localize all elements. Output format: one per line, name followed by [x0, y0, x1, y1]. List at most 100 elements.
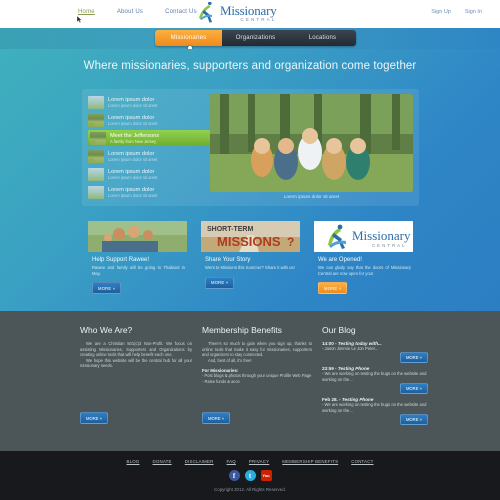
hero-photo-caption: Lorem ipsum dolor sit amet	[283, 194, 340, 199]
list-item[interactable]: Lorem ipsum dolor Lorem ipsum dolor sit …	[88, 112, 206, 128]
site-footer: BLOG DONATE DISCLAIMER FAQ PRIVACY MEMBE…	[0, 451, 500, 500]
card-more-button[interactable]: MORE »	[318, 282, 348, 295]
tab-missionaries[interactable]: Missionaries	[155, 30, 222, 46]
list-item-thumbnail	[88, 113, 104, 127]
tab-locations[interactable]: Locations	[289, 30, 356, 46]
auth-links: Sign Up Sign In	[431, 9, 482, 15]
nav-item-contact-us[interactable]: Contact Us	[165, 9, 197, 15]
footer-link-contact[interactable]: CONTACT	[351, 459, 373, 464]
list-item[interactable]: Lorem ipsum dolor Lorem ipsum dolor sit …	[88, 166, 206, 182]
info-section: Who We Are? We are a Christian 501(c)3 N…	[0, 311, 500, 451]
who-paragraph-2: We hope this website will be the central…	[80, 357, 192, 369]
blog-post: 14:00 - Testing today with... - Jason Ji…	[322, 341, 430, 364]
feature-card-support-rawee: Help Support Rawee! Rawee and family wil…	[88, 221, 187, 295]
benefits-bullets: - Post blogs & photos through your uniqu…	[202, 373, 322, 384]
who-more-button[interactable]: MORE »	[80, 412, 109, 425]
svg-text:?: ?	[287, 235, 294, 249]
svg-text:CENTRAL: CENTRAL	[372, 243, 407, 248]
nav-item-about-us[interactable]: About Us	[117, 9, 143, 15]
list-item-title: Lorem ipsum dolor	[108, 96, 155, 103]
card-title: We are Opened!	[318, 257, 362, 263]
hero-tagline: Where missionaries, supporters and organ…	[83, 60, 417, 72]
sign-in-link[interactable]: Sign In	[465, 9, 482, 15]
benefits-bullet: - Raise funds & acce	[202, 378, 240, 384]
primary-nav: Home About Us Contact Us	[78, 9, 197, 15]
column-body: There's so much to gain when you sign up…	[202, 341, 322, 363]
top-header: Home About Us Contact Us Missionary CENT…	[0, 0, 500, 28]
column-title: Membership Benefits	[202, 325, 282, 335]
card-more-button[interactable]: MORE »	[205, 276, 235, 289]
column-our-blog: Our Blog 14:00 - Testing today with... -…	[322, 325, 430, 428]
list-item[interactable]: Lorem ipsum dolor Lorem ipsum dolor sit …	[88, 148, 206, 164]
column-body: We are a Christian 501(c)3 Non-Profit. W…	[80, 341, 202, 369]
list-item-subtitle: Lorem ipsum dolor sit amet	[108, 192, 158, 198]
sign-up-link[interactable]: Sign Up	[431, 9, 451, 15]
blog-post-snippet: - We are working on testing the bugs on …	[322, 371, 427, 382]
card-image[interactable]: SHORT-TERM MISSIONS ?	[201, 221, 300, 252]
list-item-subtitle: A family from New Jersey	[110, 138, 157, 144]
list-item[interactable]: Lorem ipsum dolor Lorem ipsum dolor sit …	[88, 184, 206, 200]
footer-link-blog[interactable]: BLOG	[126, 459, 139, 464]
blog-post-snippet: - We are working on testing the bugs on …	[322, 402, 427, 413]
nav-item-home[interactable]: Home	[78, 9, 95, 15]
list-item-thumbnail	[88, 149, 104, 163]
feature-card-share-your-story: SHORT-TERM MISSIONS ? Share Your Story W…	[201, 221, 300, 295]
tab-strip: Missionaries Organizations Locations	[0, 28, 500, 49]
list-item[interactable]: Lorem ipsum dolor Lorem ipsum dolor sit …	[88, 94, 206, 110]
facebook-glyph: f	[232, 471, 236, 480]
benefits-paragraph-1: There's so much to gain when you sign up…	[202, 341, 312, 358]
list-item-title: Lorem ipsum dolor	[108, 186, 155, 193]
twitter-glyph: t	[248, 471, 252, 480]
benefits-more-button[interactable]: MORE »	[202, 412, 231, 425]
footer-link-donate[interactable]: DONATE	[153, 459, 172, 464]
tab-group: Missionaries Organizations Locations	[155, 30, 356, 46]
list-item-thumbnail	[88, 167, 104, 181]
blog-post: 23:59 - Testing Phone - We are working o…	[322, 366, 430, 395]
facebook-icon[interactable]: f	[228, 470, 240, 481]
footer-link-privacy[interactable]: PRIVACY	[249, 459, 269, 464]
list-item-title: Lorem ipsum dolor	[108, 150, 155, 157]
card-title: Share Your Story	[205, 257, 251, 263]
footer-link-membership-benefits[interactable]: MEMBERSHIP BENEFITS	[282, 459, 338, 464]
logo-text: Missionary CENTRAL	[220, 4, 277, 22]
card-body: We can glady say that the doors of Missi…	[318, 265, 411, 276]
card-body: Went to Missions this Summer? Share it w…	[205, 265, 295, 270]
site-logo[interactable]: Missionary CENTRAL	[196, 1, 277, 24]
list-item-subtitle: Lorem ipsum dolor sit amet	[108, 102, 158, 108]
footer-links: BLOG DONATE DISCLAIMER FAQ PRIVACY MEMBE…	[0, 451, 500, 464]
list-item-title: Lorem ipsum dolor	[108, 114, 155, 121]
list-item-selected[interactable]: Meet the Jeffersons A family from New Je…	[88, 130, 218, 146]
info-columns: Who We Are? We are a Christian 501(c)3 N…	[80, 325, 430, 428]
footer-link-faq[interactable]: FAQ	[227, 459, 236, 464]
blog-more-button[interactable]: MORE »	[399, 352, 428, 364]
card-image[interactable]: Missionary CENTRAL	[314, 221, 413, 252]
hero-photo[interactable]	[210, 94, 413, 192]
card-more-button[interactable]: MORE »	[92, 282, 122, 295]
benefits-paragraph-2: And, best of all, it's free!	[208, 357, 252, 363]
twitter-icon[interactable]: t	[244, 470, 256, 481]
who-paragraph-1: We are a Christian 501(c)3 Non-Profit. W…	[80, 341, 192, 358]
card-image[interactable]	[88, 221, 187, 252]
list-item-thumbnail	[90, 131, 106, 145]
hero-panel: Lorem ipsum dolor Lorem ipsum dolor sit …	[82, 89, 419, 206]
mouse-cursor-icon	[76, 15, 82, 24]
blog-more-button[interactable]: MORE »	[399, 414, 428, 426]
card-body: Rawee and family will be going to Thaila…	[92, 265, 185, 276]
blog-more-button[interactable]: MORE »	[399, 383, 428, 395]
card-title: Help Support Rawee!	[92, 257, 150, 263]
column-title: Our Blog	[322, 325, 356, 335]
blog-post-snippet: - Jason Jimmie Le Jon Peter...	[322, 346, 379, 351]
copyright-text: Copyright 2012. All Rights Reserved.	[214, 487, 286, 492]
list-item-thumbnail	[88, 185, 104, 199]
hero-section: Where missionaries, supporters and organ…	[0, 49, 500, 311]
tab-organizations[interactable]: Organizations	[222, 30, 289, 46]
youtube-icon[interactable]: You	[260, 470, 272, 481]
youtube-glyph: You	[262, 473, 270, 478]
footer-link-disclaimer[interactable]: DISCLAIMER	[185, 459, 214, 464]
column-title: Who We Are?	[80, 325, 133, 335]
social-icons: f t You	[0, 470, 500, 481]
feature-card-we-are-opened: Missionary CENTRAL We are Opened! We can…	[314, 221, 413, 295]
list-item-subtitle: Lorem ipsum dolor sit amet	[108, 174, 158, 180]
featured-list: Lorem ipsum dolor Lorem ipsum dolor sit …	[88, 94, 218, 202]
feature-cards: Help Support Rawee! Rawee and family wil…	[88, 221, 414, 295]
